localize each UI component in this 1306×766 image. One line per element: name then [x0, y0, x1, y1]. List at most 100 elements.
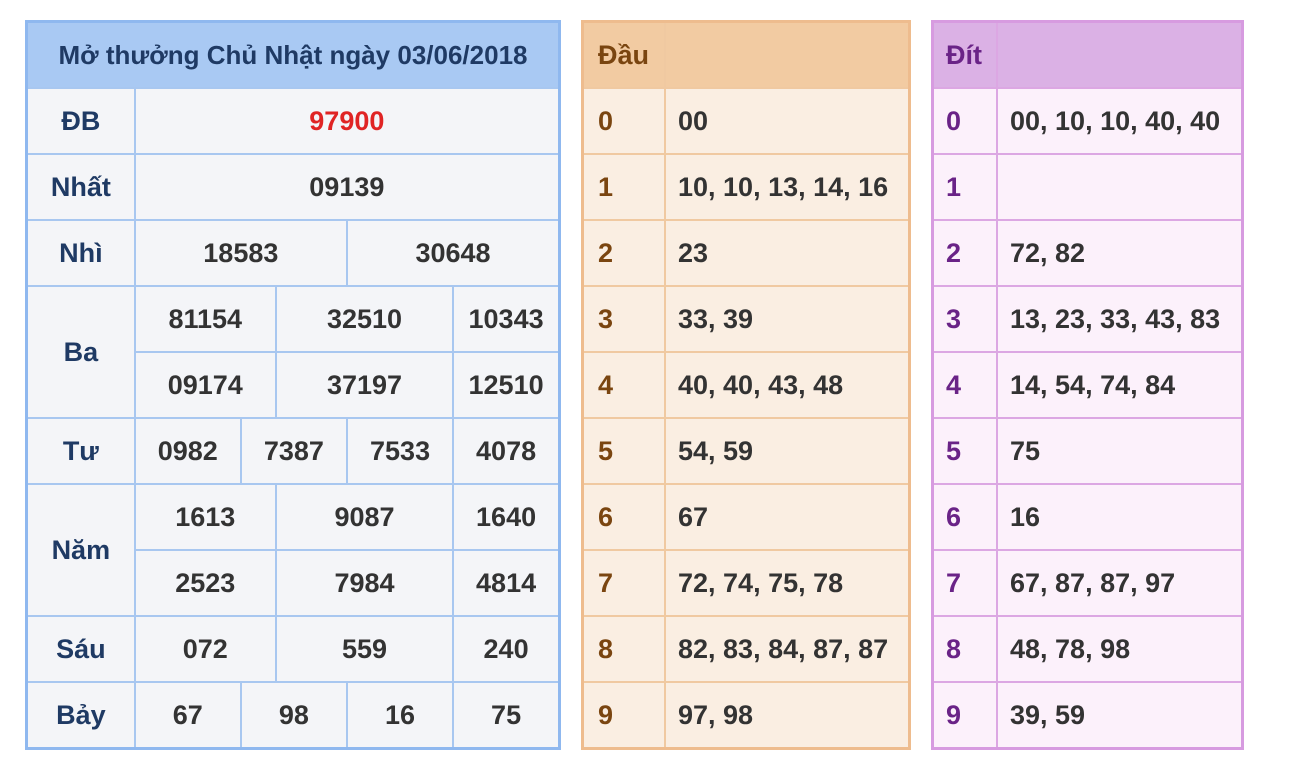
dau-row: 3 33, 39 — [581, 285, 911, 353]
special-prize-value: 97900 — [133, 87, 561, 155]
dit-key: 6 — [931, 483, 998, 551]
dau-value: 40, 40, 43, 48 — [664, 351, 911, 419]
prize-value: 09139 — [133, 153, 561, 221]
prize-value: 1640 — [452, 483, 561, 551]
dit-row: 9 39, 59 — [931, 681, 1244, 750]
dau-key: 3 — [581, 285, 666, 353]
dit-value: 75 — [996, 417, 1244, 485]
dit-row: 3 13, 23, 33, 43, 83 — [931, 285, 1244, 353]
prize-row-nhat: Nhất 09139 — [25, 153, 561, 221]
dit-key: 0 — [931, 87, 998, 155]
prize-value: 75 — [452, 681, 561, 750]
dau-key: 5 — [581, 417, 666, 485]
dau-row: 9 97, 98 — [581, 681, 911, 750]
dau-key: 8 — [581, 615, 666, 683]
prize-value: 0982 — [133, 417, 242, 485]
dau-header-blank — [664, 20, 911, 89]
prize-value: 240 — [452, 615, 561, 683]
dau-value: 72, 74, 75, 78 — [664, 549, 911, 617]
prize-value: 559 — [274, 615, 455, 683]
prize-value: 4078 — [452, 417, 561, 485]
dau-table: Đầu 0 00 1 10, 10, 13, 14, 16 2 23 3 33, 39 … — [581, 20, 911, 750]
dau-header: Đầu — [581, 20, 666, 89]
dit-value: 67, 87, 87, 97 — [996, 549, 1244, 617]
prize-value: 18583 — [133, 219, 348, 287]
prize-label-nhi: Nhì — [25, 219, 136, 287]
dit-value: 39, 59 — [996, 681, 1244, 750]
prize-label-db: ĐB — [25, 87, 136, 155]
dit-value: 14, 54, 74, 84 — [996, 351, 1244, 419]
prize-value: 2523 — [133, 549, 277, 617]
dit-header: Đít — [931, 20, 998, 89]
prize-value: 10343 — [452, 285, 561, 353]
prize-label-nhat: Nhất — [25, 153, 136, 221]
prize-row-ba: Ba 81154 32510 10343 — [25, 285, 561, 419]
prize-value: 32510 — [274, 285, 455, 353]
dit-key: 4 — [931, 351, 998, 419]
prize-value: 7533 — [345, 417, 455, 485]
prize-row-bay: Bảy 67 98 16 75 — [25, 681, 561, 750]
dau-value: 33, 39 — [664, 285, 911, 353]
dau-header-row: Đầu — [581, 20, 911, 89]
dit-key: 2 — [931, 219, 998, 287]
dit-value: 16 — [996, 483, 1244, 551]
prize-row-db: ĐB 97900 — [25, 87, 561, 155]
dau-row: 8 82, 83, 84, 87, 87 — [581, 615, 911, 683]
prize-value: 98 — [239, 681, 348, 750]
dau-row: 0 00 — [581, 87, 911, 155]
results-table: Mở thưởng Chủ Nhật ngày 03/06/2018 ĐB 97… — [25, 20, 561, 750]
dit-key: 3 — [931, 285, 998, 353]
prize-label-nam: Năm — [25, 483, 136, 617]
dit-row: 7 67, 87, 87, 97 — [931, 549, 1244, 617]
prize-label-bay: Bảy — [25, 681, 136, 750]
results-title: Mở thưởng Chủ Nhật ngày 03/06/2018 — [25, 20, 561, 89]
dit-value: 72, 82 — [996, 219, 1244, 287]
dau-row: 2 23 — [581, 219, 911, 287]
prize-label-tu: Tư — [25, 417, 136, 485]
dau-value: 67 — [664, 483, 911, 551]
dit-value: 48, 78, 98 — [996, 615, 1244, 683]
dit-row: 2 72, 82 — [931, 219, 1244, 287]
dau-key: 6 — [581, 483, 666, 551]
dit-header-row: Đít — [931, 20, 1244, 89]
prize-value: 7984 — [274, 549, 455, 617]
prize-value: 9087 — [274, 483, 455, 551]
dau-value: 00 — [664, 87, 911, 155]
dau-value: 82, 83, 84, 87, 87 — [664, 615, 911, 683]
dau-value: 10, 10, 13, 14, 16 — [664, 153, 911, 221]
dit-header-blank — [996, 20, 1244, 89]
prize-label-sau: Sáu — [25, 615, 136, 683]
prize-row-nam: Năm 1613 9087 1640 — [25, 483, 561, 617]
dau-row: 7 72, 74, 75, 78 — [581, 549, 911, 617]
prize-value: 16 — [345, 681, 455, 750]
dit-value: 13, 23, 33, 43, 83 — [996, 285, 1244, 353]
prize-row-tu: Tư 0982 7387 7533 4078 — [25, 417, 561, 485]
prize-value: 81154 — [133, 285, 277, 353]
dit-row: 8 48, 78, 98 — [931, 615, 1244, 683]
dau-value: 97, 98 — [664, 681, 911, 750]
prize-value: 30648 — [345, 219, 561, 287]
prize-value: 12510 — [452, 351, 561, 419]
dau-value: 54, 59 — [664, 417, 911, 485]
prize-row-nhi: Nhì 18583 30648 — [25, 219, 561, 287]
dit-key: 1 — [931, 153, 998, 221]
prize-row-sau: Sáu 072 559 240 — [25, 615, 561, 683]
dau-value: 23 — [664, 219, 911, 287]
prize-value: 37197 — [274, 351, 455, 419]
dit-row: 4 14, 54, 74, 84 — [931, 351, 1244, 419]
dit-table: Đít 0 00, 10, 10, 40, 40 1 2 72, 82 3 13, 2… — [931, 20, 1244, 750]
dit-row: 1 — [931, 153, 1244, 221]
prize-value: 4814 — [452, 549, 561, 617]
prize-value: 072 — [133, 615, 277, 683]
dau-row: 5 54, 59 — [581, 417, 911, 485]
dit-row: 6 16 — [931, 483, 1244, 551]
prize-value: 7387 — [239, 417, 348, 485]
dit-key: 5 — [931, 417, 998, 485]
dit-value — [996, 153, 1244, 221]
dau-key: 0 — [581, 87, 666, 155]
dau-row: 6 67 — [581, 483, 911, 551]
dit-key: 8 — [931, 615, 998, 683]
dau-row: 4 40, 40, 43, 48 — [581, 351, 911, 419]
dit-value: 00, 10, 10, 40, 40 — [996, 87, 1244, 155]
dau-key: 1 — [581, 153, 666, 221]
